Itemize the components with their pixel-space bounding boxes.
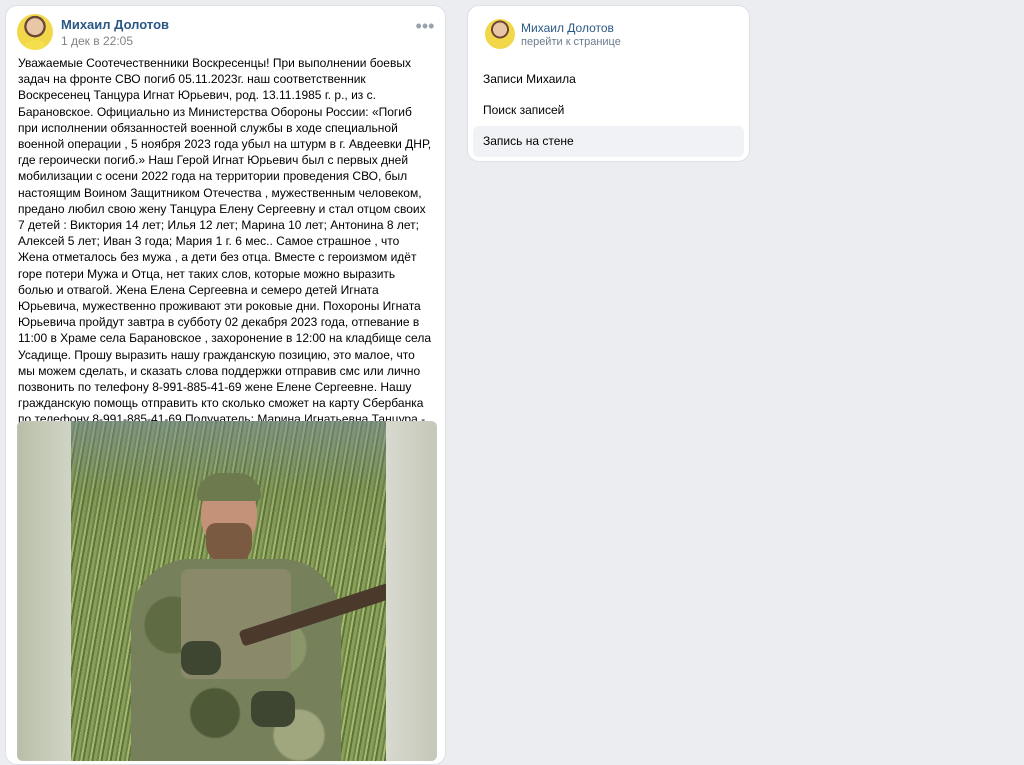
photo-image bbox=[71, 421, 386, 761]
menu-item-wall-post[interactable]: Запись на стене bbox=[473, 126, 744, 157]
post-sidebar: Михаил Долотов перейти к странице Записи… bbox=[467, 5, 750, 162]
glove-left bbox=[181, 641, 221, 675]
sidebar-menu: Записи Михаила Поиск записей Запись на с… bbox=[473, 64, 744, 157]
post-photo[interactable] bbox=[17, 421, 437, 761]
more-horizontal-icon[interactable]: ••• bbox=[413, 16, 437, 40]
menu-item-search-posts[interactable]: Поиск записей bbox=[473, 95, 744, 126]
author-avatar[interactable] bbox=[17, 14, 53, 50]
glove-right bbox=[251, 691, 295, 727]
post-author-name[interactable]: Михаил Долотов bbox=[61, 17, 169, 32]
wall-post: Михаил Долотов 1 дек в 22:05 ••• Уважаем… bbox=[5, 5, 446, 765]
goto-page-link[interactable]: перейти к странице bbox=[521, 36, 621, 48]
sidebar-avatar[interactable] bbox=[485, 19, 515, 49]
menu-item-user-posts[interactable]: Записи Михаила bbox=[473, 64, 744, 95]
post-text: Уважаемые Соотечественники Воскресенцы! … bbox=[18, 56, 432, 475]
post-header: Михаил Долотов 1 дек в 22:05 ••• bbox=[17, 14, 437, 54]
sidebar-author-name[interactable]: Михаил Долотов bbox=[521, 21, 614, 35]
photo-person bbox=[101, 473, 386, 761]
post-date[interactable]: 1 дек в 22:05 bbox=[61, 34, 133, 48]
person-cap bbox=[197, 473, 261, 501]
